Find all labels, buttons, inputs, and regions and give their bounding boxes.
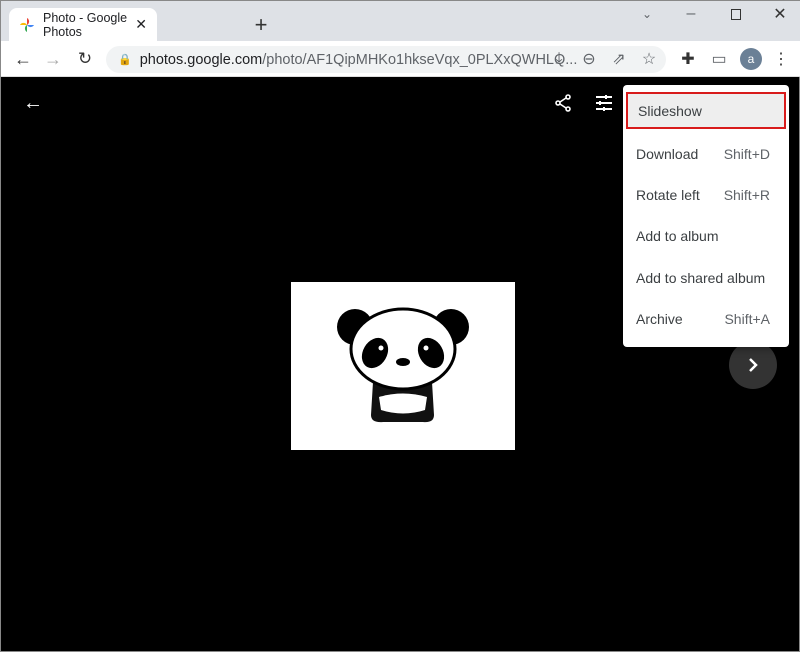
menu-item-slideshow[interactable]: Slideshow	[626, 92, 786, 129]
lock-icon: 🔒	[118, 54, 132, 66]
menu-item-label: Add to shared album	[636, 269, 766, 286]
zoom-icon[interactable]: ⊖	[579, 49, 599, 69]
new-tab-icon[interactable]: +	[249, 12, 273, 37]
close-window-icon[interactable]: ✕	[770, 5, 790, 23]
menu-item-label: Add to album	[636, 228, 719, 245]
tab-strip: Photo - Google Photos ✕ + ⌄ – ✕	[1, 1, 800, 41]
menu-item-label: Archive	[636, 310, 683, 327]
google-photos-icon	[20, 17, 34, 32]
tab-search-icon[interactable]: ⌄	[637, 5, 657, 23]
extensions-icon[interactable]: ✚	[678, 49, 698, 69]
menu-item-label: Download	[636, 145, 699, 162]
back-icon[interactable]: ←	[11, 47, 35, 71]
menu-item-add-to-shared-album[interactable]: Add to shared album	[623, 257, 789, 298]
back-arrow-icon[interactable]: ←	[21, 91, 45, 115]
share-icon[interactable]	[553, 93, 573, 118]
close-tab-icon[interactable]: ✕	[135, 16, 147, 33]
minimize-icon[interactable]: –	[681, 5, 701, 23]
chevron-right-icon	[749, 358, 758, 372]
browser-tab[interactable]: Photo - Google Photos ✕	[9, 8, 157, 41]
url-host: photos.google.com	[139, 51, 263, 68]
next-photo-button[interactable]	[729, 341, 777, 389]
more-options-menu: Slideshow Download Shift+D Rotate left Shi…	[623, 85, 789, 347]
bookmark-star-icon[interactable]: ☆	[639, 49, 659, 69]
share-page-icon[interactable]: ⇗	[609, 49, 629, 69]
panda-image	[337, 307, 469, 423]
maximize-icon[interactable]	[726, 5, 746, 23]
menu-item-rotate-left[interactable]: Rotate left Shift+R	[623, 174, 789, 215]
install-icon[interactable]: ⤓	[549, 49, 569, 69]
menu-item-shortcut: Shift+R	[723, 186, 770, 203]
browser-toolbar: ← → ↻ 🔒 photos.google.com/photo/AF1QipMH…	[1, 41, 800, 77]
menu-item-archive[interactable]: Archive Shift+A	[623, 298, 789, 339]
photo	[291, 282, 515, 450]
avatar[interactable]: a	[740, 48, 762, 70]
menu-item-shortcut: Shift+D	[723, 145, 770, 162]
tab-title: Photo - Google Photos	[43, 10, 128, 39]
menu-item-add-to-album[interactable]: Add to album	[623, 216, 789, 257]
forward-icon[interactable]: →	[41, 47, 65, 71]
cast-icon[interactable]: ▭	[709, 49, 729, 69]
url-path: /photo/AF1QipMHKo1hkseVqx_0PLXxQWHLQ...	[262, 51, 578, 68]
menu-item-download[interactable]: Download Shift+D	[623, 133, 789, 174]
edit-adjust-icon[interactable]	[595, 94, 613, 117]
menu-kebab-icon[interactable]: ⋮	[771, 49, 791, 69]
menu-item-shortcut: Shift+A	[724, 310, 770, 327]
menu-item-label: Rotate left	[636, 186, 700, 203]
menu-item-label: Slideshow	[638, 102, 702, 119]
reload-icon[interactable]: ↻	[73, 47, 97, 71]
